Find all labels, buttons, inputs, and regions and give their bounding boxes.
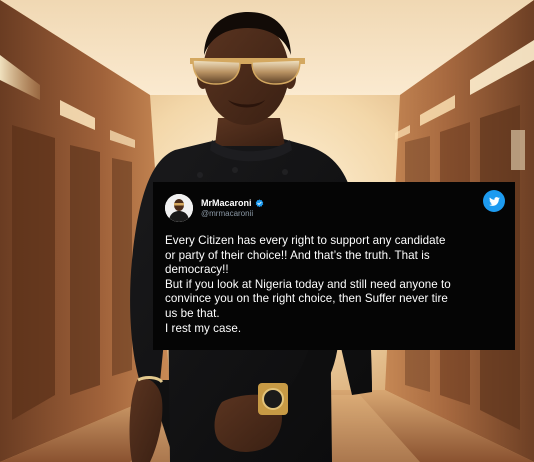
display-name: MrMacaroni: [201, 198, 252, 209]
tweet-text: Every Citizen has every right to support…: [165, 234, 501, 336]
tweet-card: MrMacaroni @mrmacaronii Every Citizen ha…: [153, 182, 515, 350]
tweet-text-line: us be that.: [165, 306, 220, 320]
tweet-author: MrMacaroni @mrmacaronii: [201, 198, 264, 218]
tweet-text-line: I rest my case.: [165, 321, 242, 335]
display-name-row: MrMacaroni: [201, 198, 264, 208]
tweet-text-line: convince you on the right choice, then S…: [165, 292, 448, 306]
verified-badge-icon: [255, 199, 264, 208]
twitter-bird-icon: [483, 190, 505, 212]
avatar: [165, 194, 193, 222]
tweet-text-line: or party of their choice!! And that’s th…: [165, 248, 430, 262]
tweet-text-line: But if you look at Nigeria today and sti…: [165, 277, 451, 291]
tweet-text-line: Every Citizen has every right to support…: [165, 234, 446, 247]
photo-scene: MrMacaroni @mrmacaronii Every Citizen ha…: [0, 0, 534, 462]
tweet-text-line: democracy!!: [165, 263, 229, 277]
tweet-header: MrMacaroni @mrmacaronii: [165, 191, 501, 225]
user-handle: @mrmacaronii: [201, 208, 254, 218]
